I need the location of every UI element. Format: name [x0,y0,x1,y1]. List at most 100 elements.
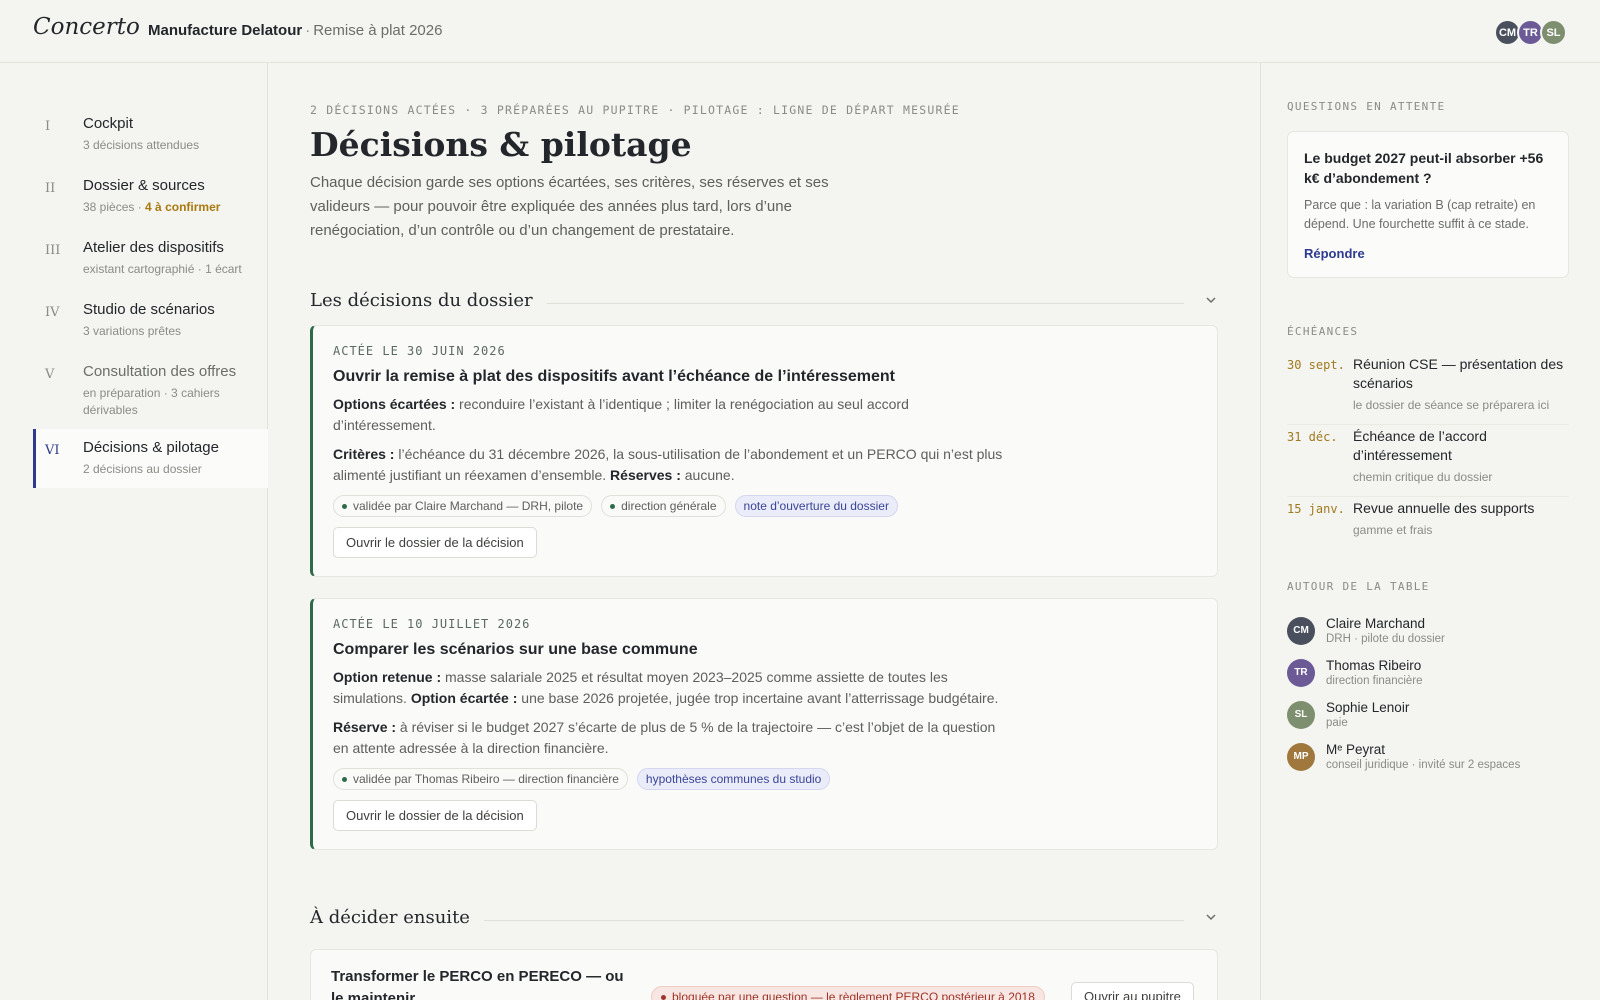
avatar: CM [1287,616,1315,645]
nav-numeral: VI [45,443,60,458]
collaborator-avatars[interactable]: CM TR SL [1494,19,1567,46]
question-text: Le budget 2027 peut-il absorber +56 k€ d… [1304,150,1544,186]
sidebar-item-meta: 38 pièces · 4 à confirmer [83,199,268,216]
deadline-body: Revue annuelle des supports gamme et frai… [1353,499,1569,540]
people-heading: AUTOUR DE LA TABLE [1287,580,1430,593]
chip-label: validée par Thomas Ribeiro — direction f… [353,772,619,786]
participant-info: Sophie Lenoir paie [1326,700,1409,729]
decision-card: ACTÉE LE 30 JUIN 2026 Ouvrir la remise à… [310,325,1218,577]
chip-label: direction générale [621,499,717,513]
participant[interactable]: CM Claire Marchand DRH · pilote du dossie… [1287,616,1587,645]
participant-name: Claire Marchand [1326,616,1426,631]
deadline-sub: le dossier de séance se préparera ici [1353,398,1550,412]
participant-info: Claire Marchand DRH · pilote du dossier [1326,616,1445,645]
chevron-down-icon[interactable] [1204,293,1218,307]
source-link-chip[interactable]: note d’ouverture du dossier [734,495,898,517]
page-kicker: 2 DÉCISIONS ACTÉES · 3 PRÉPARÉES AU PUPI… [310,103,960,117]
open-decision-button[interactable]: Ouvrir le dossier de la décision [333,527,537,558]
avatar: TR [1287,658,1315,687]
status-dot [342,776,347,782]
sidebar-item-cockpit[interactable]: I Cockpit 3 décisions attendues [33,105,268,164]
sidebar-item-meta: existant cartographié · 1 écart [83,262,242,276]
validator-chip: direction générale [601,495,726,517]
deadlines-heading: ÉCHÉANCES [1287,325,1359,338]
chevron-down-icon[interactable] [1204,910,1218,924]
sidebar-nav: I Cockpit 3 décisions attendues II Dossi… [0,63,268,1000]
participant-name: Mᵉ Peyrat [1326,742,1386,757]
participant[interactable]: SL Sophie Lenoir paie [1287,700,1587,729]
status-dot [610,503,616,509]
sidebar-item-studio[interactable]: IV Studio de scénarios 3 variations prêt… [33,291,268,350]
decision-reserve: Réserve : à réviser si le budget 2027 s’… [333,717,1013,759]
field-label: Réserve : [333,719,397,735]
decision-title: Comparer les scénarios sur une base comm… [333,641,698,658]
participant-name: Sophie Lenoir [1326,700,1410,715]
decision-options: Option retenue : masse salariale 2025 et… [333,667,1013,709]
status-dot [661,994,666,1000]
deadline-item[interactable]: 31 déc. Échéance de l’accord d’intéresse… [1287,427,1569,497]
deadline-sub: gamme et frais [1353,523,1433,537]
nav-numeral: III [45,243,61,258]
field-label: Option retenue : [333,669,442,685]
right-rail: QUESTIONS EN ATTENTE Le budget 2027 peut… [1260,63,1600,1000]
source-link-chip[interactable]: hypothèses communes du studio [636,768,831,790]
sidebar-item-decisions[interactable]: VI Décisions & pilotage 2 décisions au d… [33,429,268,488]
project-name: Remise à plat 2026 [313,22,443,39]
sidebar-item-meta: 3 variations prêtes [83,324,182,338]
validator-chip: validée par Claire Marchand — DRH, pilot… [333,495,593,517]
section-header-decisions[interactable]: Les décisions du dossier [310,285,1218,315]
validator-chip: validée par Thomas Ribeiro — direction f… [333,768,628,790]
participant-role: direction financière [1326,675,1423,687]
participant-role: DRH · pilote du dossier [1326,633,1445,645]
decision-date: ACTÉE LE 10 JUILLET 2026 [333,617,531,631]
avatar: SL [1287,700,1315,729]
decision-options: Options écartées : reconduire l’existant… [333,394,1013,436]
badge-label: bloquée par une question — le règlement … [672,990,1035,1000]
deadline-title: Réunion CSE — présentation des scénarios [1353,356,1564,391]
participant[interactable]: MP Mᵉ Peyrat conseil juridique · invité s… [1287,742,1587,771]
question-detail: Parce que : la variation B (cap retraite… [1304,198,1536,231]
nav-numeral: II [45,181,56,196]
field-label: Réserves : [610,467,681,483]
participant-info: Thomas Ribeiro direction financière [1326,658,1423,687]
open-decision-button[interactable]: Ouvrir le dossier de la décision [333,800,537,831]
section-header-next[interactable]: À décider ensuite [310,902,1218,932]
open-desk-button[interactable]: Ouvrir au pupitre [1071,982,1194,1000]
deadline-title: Échéance de l’accord d’intéressement [1353,428,1487,463]
deadline-date: 30 sept. [1287,358,1345,372]
deadline-body: Échéance de l’accord d’intéressement chem… [1353,427,1569,487]
deadline-item[interactable]: 30 sept. Réunion CSE — présentation des … [1287,355,1569,425]
answer-link[interactable]: Répondre [1304,246,1552,261]
field-label: Options écartées : [333,396,456,412]
participant-info: Mᵉ Peyrat conseil juridique · invité sur … [1326,742,1520,771]
questions-heading: QUESTIONS EN ATTENTE [1287,100,1446,113]
sidebar-item-consultation[interactable]: V Consultation des offres en préparation… [33,353,268,429]
nav-numeral: IV [45,305,60,320]
blocked-badge: bloquée par une question — le règlement … [651,986,1045,1000]
breadcrumb-separator: · [305,22,311,39]
sidebar-item-atelier[interactable]: III Atelier des dispositifs existant car… [33,229,268,288]
section-divider [483,919,1184,921]
participant[interactable]: TR Thomas Ribeiro direction financière [1287,658,1587,687]
warning-count: 4 à confirmer [145,200,221,214]
deadline-item[interactable]: 15 janv. Revue annuelle des supports gamm… [1287,499,1569,549]
pending-decision-card: Transformer le PERCO en PERECO — ou le m… [310,949,1218,1000]
field-text: à réviser si le budget 2027 s’écarte de … [333,719,996,756]
participant-role: paie [1326,717,1348,729]
meta-text: 38 pièces · [83,200,142,214]
section-divider [546,302,1184,304]
deadline-sub: chemin critique du dossier [1353,470,1493,484]
decision-criteria: Critères : l’échéance du 31 décembre 202… [333,444,1013,486]
app-logo[interactable]: Concerto [33,14,140,40]
project-breadcrumb[interactable]: Manufacture Delatour · Remise à plat 2026 [148,22,442,39]
sidebar-item-dossier[interactable]: II Dossier & sources 38 pièces · 4 à con… [33,167,268,226]
sidebar-item-meta: en préparation · 3 cahiers dérivables [83,386,220,417]
deadline-body: Réunion CSE — présentation des scénarios… [1353,355,1569,415]
sidebar-item-label: Studio de scénarios [83,301,215,318]
sidebar-item-label: Cockpit [83,115,134,132]
avatar[interactable]: SL [1540,19,1567,46]
field-text: aucune. [680,467,735,483]
field-label: Option écartée : [410,690,518,706]
status-dot [342,503,347,509]
participant-name: Thomas Ribeiro [1326,658,1422,673]
